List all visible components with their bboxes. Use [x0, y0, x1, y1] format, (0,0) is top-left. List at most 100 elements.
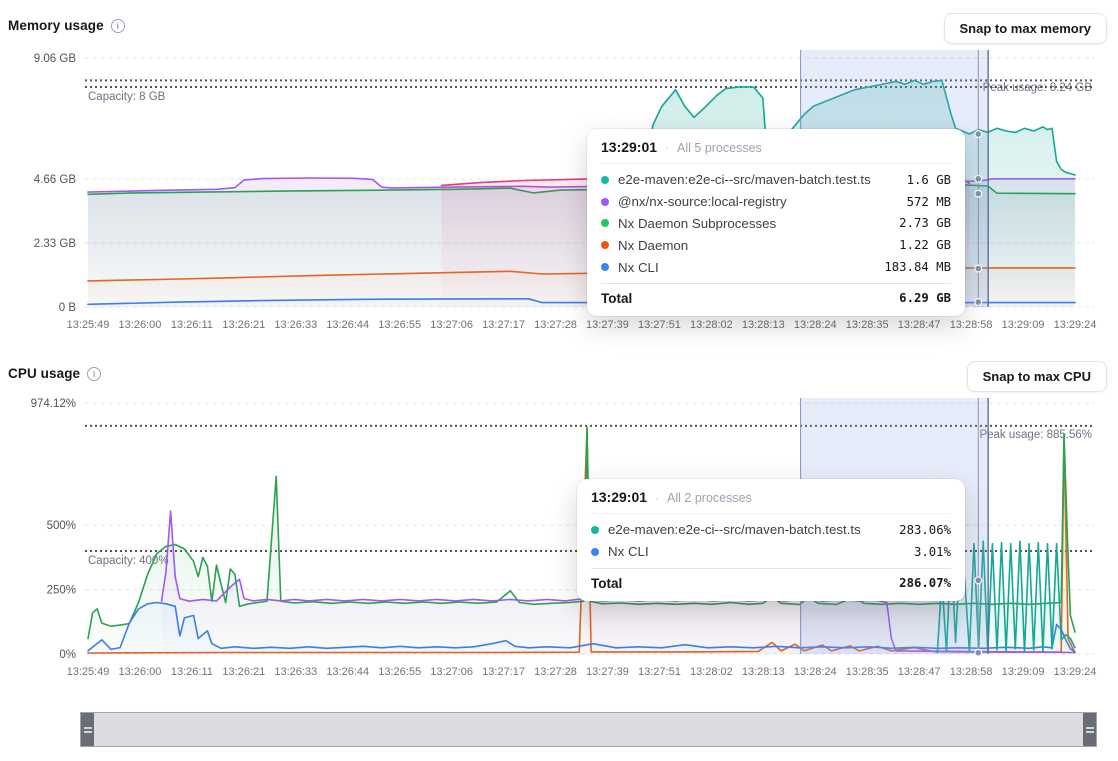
series-value: 3.01%	[914, 545, 951, 559]
x-tick-label: 13:26:33	[274, 319, 317, 331]
x-tick-label: 13:28:24	[794, 666, 837, 678]
tooltip-row: Nx CLI 3.01%	[591, 541, 951, 563]
tooltip-row: @nx/nx-source:local-registry 572 MB	[601, 191, 951, 213]
x-tick-label: 13:28:58	[950, 666, 993, 678]
x-tick-label: 13:26:00	[119, 319, 162, 331]
x-tick-label: 13:28:35	[846, 666, 889, 678]
x-tick-label: 13:27:17	[482, 666, 525, 678]
series-name: Nx CLI	[608, 544, 905, 559]
x-tick-label: 13:29:24	[1054, 666, 1097, 678]
series-color-dot	[601, 263, 609, 271]
series-color-dot	[591, 526, 599, 534]
x-tick-label: 13:28:58	[950, 319, 993, 331]
x-tick-label: 13:26:44	[326, 319, 369, 331]
memory-hover-dot	[975, 190, 982, 197]
tooltip-row: e2e-maven:e2e-ci--src/maven-batch.test.t…	[591, 519, 951, 541]
cpu-tooltip-rows: e2e-maven:e2e-ci--src/maven-batch.test.t…	[591, 514, 951, 565]
x-tick-label: 13:27:39	[586, 666, 629, 678]
x-tick-label: 13:26:00	[119, 666, 162, 678]
series-name: Nx CLI	[618, 260, 875, 275]
memory-info-icon[interactable]: i	[111, 19, 125, 33]
memory-hover-dot	[975, 265, 982, 272]
y-tick-label: 9.06 GB	[34, 53, 77, 65]
x-tick-label: 13:27:28	[534, 666, 577, 678]
x-tick-label: 13:27:51	[638, 666, 681, 678]
memory-tooltip-total: Total 6.29 GB	[601, 283, 951, 309]
cpu-tooltip-header: 13:29:01 · All 2 processes	[591, 489, 951, 514]
tooltip-separator: ·	[665, 141, 669, 155]
x-tick-label: 13:28:02	[690, 666, 733, 678]
series-value: 2.73 GB	[899, 216, 951, 230]
series-name: Nx Daemon	[618, 238, 890, 253]
x-tick-label: 13:26:21	[222, 319, 265, 331]
tooltip-time: 13:29:01	[591, 489, 647, 505]
series-color-dot	[601, 241, 609, 249]
series-color-dot	[591, 548, 599, 556]
tooltip-row: Nx Daemon1.22 GB	[601, 234, 951, 256]
x-tick-label: 13:28:02	[690, 319, 733, 331]
y-tick-label: 974.12%	[31, 398, 76, 410]
x-tick-label: 13:27:51	[638, 319, 681, 331]
x-tick-label: 13:27:06	[430, 666, 473, 678]
x-tick-label: 13:26:55	[378, 666, 421, 678]
series-name: e2e-maven:e2e-ci--src/maven-batch.test.t…	[608, 522, 890, 537]
memory-hover-dot	[975, 131, 982, 138]
series-name: e2e-maven:e2e-ci--src/maven-batch.test.t…	[618, 172, 898, 187]
timeline-brush[interactable]	[80, 712, 1097, 747]
snap-to-max-cpu-button[interactable]: Snap to max CPU	[967, 361, 1107, 392]
memory-tooltip: 13:29:01 · All 5 processes e2e-maven:e2e…	[587, 129, 965, 316]
cpu-usage-title: CPU usage	[8, 366, 80, 381]
tooltip-subtitle: All 5 processes	[677, 141, 762, 155]
brush-right-handle[interactable]	[1083, 713, 1096, 746]
y-tick-label: 4.66 GB	[34, 174, 77, 186]
cpu-tooltip-total: Total 286.07%	[591, 568, 951, 594]
x-tick-label: 13:28:47	[898, 319, 941, 331]
series-value: 572 MB	[907, 195, 951, 209]
tooltip-time: 13:29:01	[601, 139, 657, 155]
brush-left-handle[interactable]	[81, 713, 94, 746]
series-name: Nx Daemon Subprocesses	[618, 216, 890, 231]
tooltip-row: e2e-maven:e2e-ci--src/maven-batch.test.t…	[601, 169, 951, 191]
cpu-hover-dot	[975, 649, 982, 656]
x-tick-label: 13:26:21	[222, 666, 265, 678]
tooltip-row: Nx CLI183.84 MB	[601, 256, 951, 278]
series-color-dot	[601, 198, 609, 206]
x-tick-label: 13:27:06	[430, 319, 473, 331]
tooltip-subtitle: All 2 processes	[667, 491, 752, 505]
profiler-app: Memory usage i Snap to max memory CPU us…	[0, 0, 1118, 761]
memory-tooltip-header: 13:29:01 · All 5 processes	[601, 139, 951, 164]
x-tick-label: 13:29:09	[1002, 319, 1045, 331]
total-value: 286.07%	[899, 576, 951, 590]
series-color-dot	[601, 176, 609, 184]
x-tick-label: 13:25:49	[67, 666, 110, 678]
cpu-tooltip: 13:29:01 · All 2 processes e2e-maven:e2e…	[577, 479, 965, 601]
snap-to-max-memory-button[interactable]: Snap to max memory	[944, 13, 1108, 44]
cpu-section-header: CPU usage i	[8, 366, 101, 381]
y-tick-label: 0%	[59, 649, 76, 661]
x-tick-label: 13:27:28	[534, 319, 577, 331]
series-value: 1.6 GB	[907, 173, 951, 187]
memory-hover-dot	[975, 299, 982, 306]
cpu-hover-dot	[975, 577, 982, 584]
total-value: 6.29 GB	[899, 291, 951, 305]
y-tick-label: 0 B	[59, 302, 77, 314]
peak-usage-label: Peak usage: 885.56%	[979, 429, 1092, 441]
memory-hover-dot	[975, 175, 982, 182]
x-tick-label: 13:25:49	[67, 319, 110, 331]
memory-tooltip-rows: e2e-maven:e2e-ci--src/maven-batch.test.t…	[601, 164, 951, 280]
charts-canvas: 9.06 GB4.66 GB2.33 GB0 B13:25:4913:26:00…	[0, 0, 1118, 761]
brush-track[interactable]	[94, 713, 1083, 746]
x-tick-label: 13:26:11	[171, 666, 213, 678]
series-value: 283.06%	[899, 523, 951, 537]
series-color-dot	[601, 219, 609, 227]
x-tick-label: 13:26:11	[171, 319, 213, 331]
series-name: @nx/nx-source:local-registry	[618, 194, 898, 209]
cpu-info-icon[interactable]: i	[87, 367, 101, 381]
x-tick-label: 13:28:13	[742, 666, 785, 678]
x-tick-label: 13:28:13	[742, 319, 785, 331]
x-tick-label: 13:29:09	[1002, 666, 1045, 678]
memory-section-header: Memory usage i	[8, 18, 125, 33]
x-tick-label: 13:26:44	[326, 666, 369, 678]
total-label: Total	[601, 291, 632, 306]
memory-usage-title: Memory usage	[8, 18, 104, 33]
